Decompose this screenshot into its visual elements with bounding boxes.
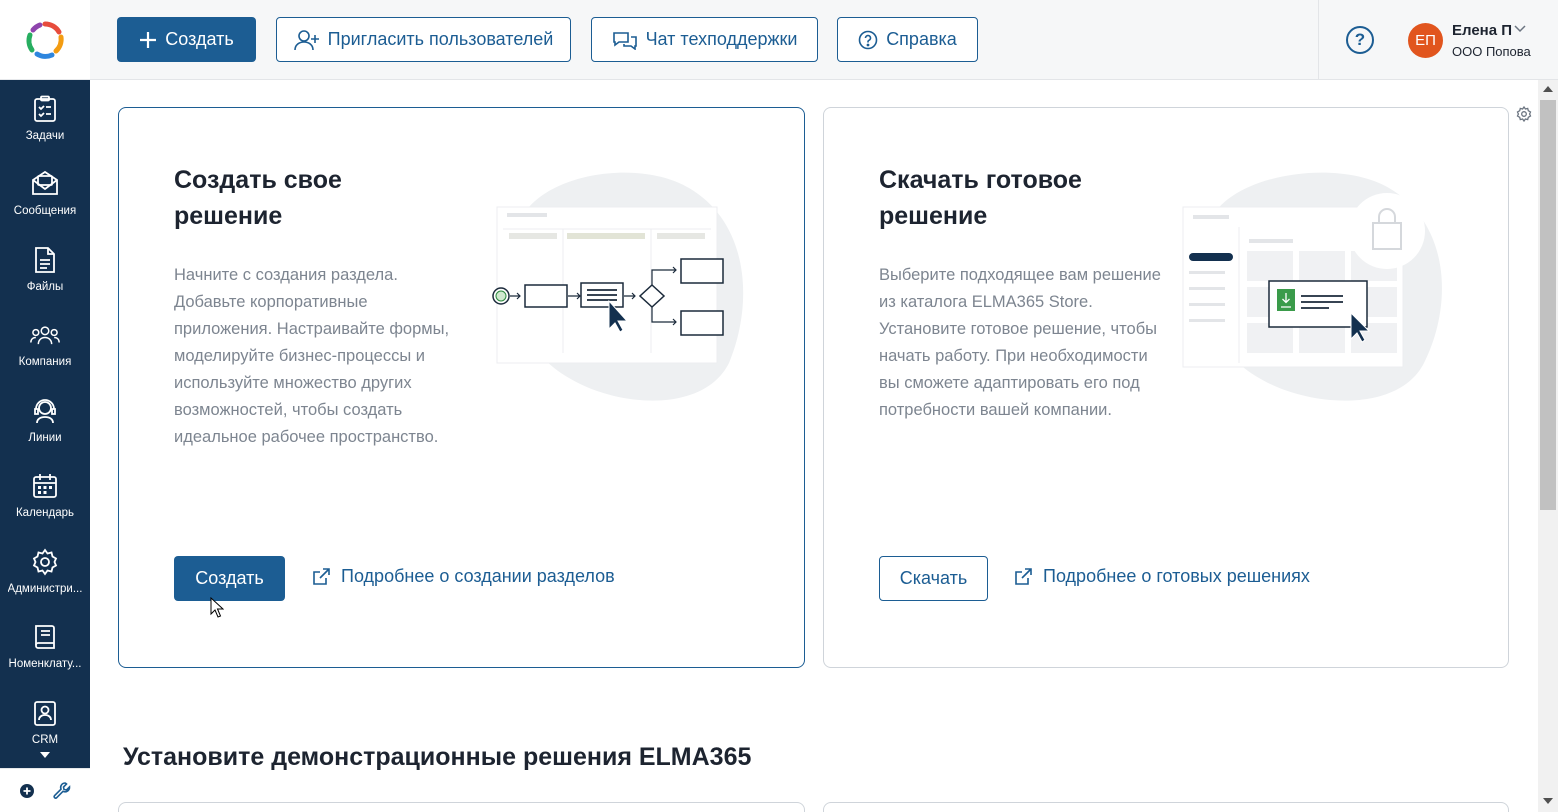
chevron-down-icon[interactable] (39, 750, 51, 760)
sidebar-item-messages[interactable]: Сообщения (0, 156, 90, 232)
question-icon (858, 30, 878, 49)
sidebar-item-label: Файлы (26, 280, 64, 293)
logo[interactable] (0, 0, 90, 80)
download-solution-card: Скачать готовое решение Выберите подходя… (823, 107, 1509, 668)
support-chat-button[interactable]: Чат техподдержки (591, 17, 818, 62)
demo-card[interactable] (823, 802, 1509, 812)
sidebar-item-lines[interactable]: Линии (0, 382, 90, 458)
sidebar-item-calendar[interactable]: Календарь (0, 458, 90, 534)
messages-icon (30, 169, 60, 199)
sidebar-item-files[interactable]: Файлы (0, 231, 90, 307)
create-section-button[interactable]: Создать (174, 556, 285, 601)
crm-icon (30, 698, 60, 728)
lines-icon (30, 396, 60, 426)
plus-icon (140, 31, 157, 48)
wrench-icon[interactable] (52, 781, 72, 801)
sidebar-item-nomenclature[interactable]: Номенклату... (0, 609, 90, 685)
help-question-icon[interactable]: ? (1346, 26, 1374, 54)
external-link-icon (313, 567, 330, 585)
chat-icon (612, 31, 637, 50)
scroll-thumb[interactable] (1540, 100, 1556, 510)
files-icon (30, 245, 60, 275)
sidebar-item-tasks[interactable]: Задачи (0, 80, 90, 156)
store-solution-illustration (1182, 172, 1442, 401)
card-description: Начните с создания раздела. Добавьте кор… (174, 266, 450, 446)
sidebar-item-label: Номенклату... (8, 658, 82, 671)
card-description: Выберите подходящее вам решение из катал… (879, 266, 1161, 419)
card-title: Скачать готовое решение (879, 166, 1082, 230)
card-title: Создать свое решение (174, 166, 342, 230)
sidebar-item-label: CRM (31, 733, 59, 746)
add-icon[interactable] (19, 783, 35, 799)
user-name[interactable]: Елена П (1452, 22, 1512, 39)
help-button[interactable]: Справка (837, 17, 978, 62)
sidebar-item-label: Администри... (7, 582, 83, 595)
elma-logo-icon (26, 20, 64, 59)
toolbar-divider (1318, 0, 1319, 80)
vertical-scrollbar[interactable] (1538, 80, 1558, 812)
learn-more-solutions-label: Подробнее о готовых решениях (1043, 566, 1310, 586)
invite-users-label: Пригласить пользователей (327, 29, 554, 49)
sidebar-footer (0, 768, 90, 812)
avatar[interactable]: ЕП (1408, 23, 1443, 58)
user-organization: ООО Попова (1452, 44, 1531, 59)
process-diagram-illustration (492, 172, 744, 401)
learn-more-solutions-link[interactable]: Подробнее о готовых решениях (1013, 566, 1310, 587)
settings-gear-icon[interactable] (1516, 106, 1532, 122)
external-link-icon (1015, 567, 1032, 585)
mouse-cursor-icon (210, 597, 224, 618)
create-solution-card: Создать свое решение Начните с создания … (118, 107, 805, 668)
create-button-label: Создать (165, 29, 234, 49)
company-icon (30, 320, 60, 350)
tasks-icon (30, 94, 60, 124)
sidebar-item-label: Линии (28, 431, 62, 444)
nomenclature-icon (30, 622, 60, 652)
sidebar-item-label: Задачи (25, 129, 65, 142)
sidebar: Задачи Сообщения Файлы Компания Линии Ка… (0, 0, 90, 812)
sidebar-item-company[interactable]: Компания (0, 307, 90, 383)
add-user-icon (293, 29, 319, 50)
sidebar-item-label: Компания (18, 356, 72, 369)
sidebar-item-label: Календарь (15, 507, 75, 520)
learn-more-sections-link[interactable]: Подробнее о создании разделов (311, 566, 615, 587)
scroll-up-arrow[interactable] (1543, 86, 1553, 92)
create-button[interactable]: Создать (117, 17, 256, 62)
download-solution-button[interactable]: Скачать (879, 556, 988, 601)
sidebar-nav: Задачи Сообщения Файлы Компания Линии Ка… (0, 80, 90, 768)
help-button-label: Справка (886, 29, 957, 49)
demo-card[interactable] (118, 802, 805, 812)
invite-users-button[interactable]: Пригласить пользователей (276, 17, 571, 62)
sidebar-item-admin[interactable]: Администри... (0, 533, 90, 609)
demo-section-title: Установите демонстрационные решения ELMA… (123, 743, 752, 771)
main-content: Создать свое решение Начните с создания … (90, 80, 1538, 812)
scroll-down-arrow[interactable] (1543, 798, 1553, 804)
learn-more-sections-label: Подробнее о создании разделов (341, 566, 615, 586)
sidebar-item-crm[interactable]: CRM (0, 684, 90, 760)
calendar-icon (30, 471, 60, 501)
sidebar-item-label: Сообщения (13, 205, 77, 218)
chevron-down-icon[interactable] (1514, 25, 1526, 33)
admin-gear-icon (30, 547, 60, 577)
top-toolbar: Создать Пригласить пользователей Чат тех… (90, 0, 1558, 80)
support-chat-label: Чат техподдержки (645, 29, 798, 49)
